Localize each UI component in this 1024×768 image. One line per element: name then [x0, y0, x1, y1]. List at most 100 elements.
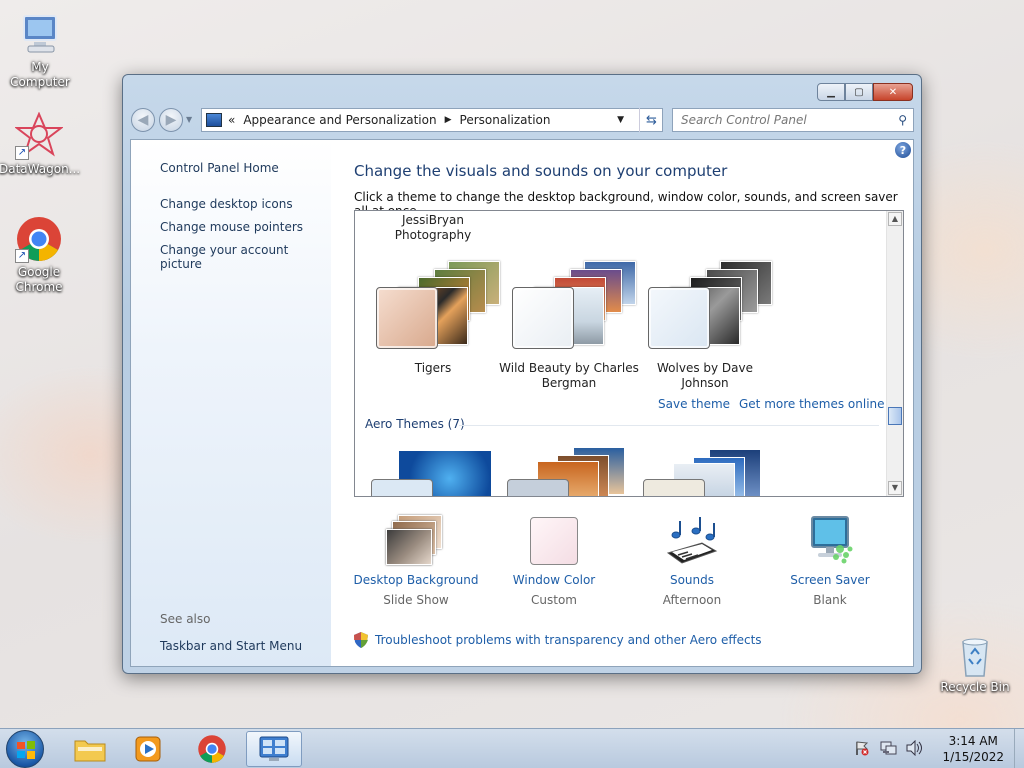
taskbar-chrome[interactable]	[184, 731, 240, 767]
control-panel-icon	[259, 736, 289, 761]
theme-partial-jessibryan[interactable]: JessiBryan Photography	[363, 213, 503, 243]
sounds-tile[interactable]: Sounds Afternoon	[622, 515, 762, 608]
windows-logo-icon	[17, 741, 35, 759]
close-button[interactable]: ✕	[873, 83, 913, 101]
taskbar-control-panel[interactable]	[246, 731, 302, 767]
chrome-icon	[198, 735, 226, 763]
theme-name: Wild Beauty by Charles Bergman	[499, 361, 639, 390]
forward-button[interactable]: ▶	[159, 108, 183, 132]
taskbar: 3:14 AM 1/15/2022	[0, 728, 1024, 768]
desktop-icon-label: Recycle Bin	[940, 680, 1010, 694]
theme-wild-beauty[interactable]: Wild Beauty by Charles Bergman	[499, 255, 639, 391]
page-title: Change the visuals and sounds on your co…	[354, 162, 728, 180]
system-tray: 3:14 AM 1/15/2022	[854, 732, 1004, 766]
control-panel-icon	[206, 113, 222, 127]
desktop-icon-label: DataWagon...	[0, 162, 81, 176]
theme-list[interactable]: JessiBryan Photography Tigers Wild Beaut…	[354, 210, 904, 497]
tile-title[interactable]: Desktop Background	[346, 573, 486, 588]
breadcrumb-overflow[interactable]: «	[228, 113, 235, 127]
taskbar-media-player[interactable]	[120, 731, 176, 767]
theme-color-swatch	[376, 287, 438, 349]
desktop-icon-my-computer[interactable]: My Computer	[0, 10, 80, 90]
breadcrumb-arrow-icon[interactable]: ▶	[445, 115, 452, 125]
start-button[interactable]	[6, 730, 44, 768]
tile-subtitle: Afternoon	[662, 593, 722, 607]
desktop-background-tile[interactable]: Desktop Background Slide Show	[346, 515, 486, 608]
sidebar-control-panel-home[interactable]: Control Panel Home	[160, 161, 279, 175]
back-button[interactable]: ◀	[131, 108, 155, 132]
action-center-flag-icon[interactable]	[854, 740, 870, 759]
window-color-tile[interactable]: Window Color Custom	[484, 515, 624, 608]
show-desktop-button[interactable]	[1014, 729, 1024, 768]
address-bar[interactable]: « Appearance and Personalization ▶ Perso…	[201, 108, 663, 132]
recycle-bin-icon	[951, 630, 999, 678]
desktop-icon-label: My Computer	[10, 60, 70, 89]
screen-saver-icon	[800, 515, 860, 567]
aero-themes-group-header: Aero Themes (7)	[365, 417, 465, 431]
main-panel: ? Change the visuals and sounds on your …	[331, 140, 915, 666]
folder-icon	[74, 740, 106, 762]
theme-wolves[interactable]: Wolves by Dave Johnson	[635, 255, 775, 391]
breadcrumb-personalization[interactable]: Personalization	[460, 113, 551, 127]
datawagon-icon: ↗	[14, 111, 64, 160]
search-input[interactable]: Search Control Panel ⚲	[672, 108, 914, 132]
theme-preview	[504, 255, 636, 355]
tile-subtitle: Blank	[813, 593, 847, 607]
theme-preview	[368, 255, 500, 355]
window-color-icon	[524, 515, 584, 567]
scrollbar-thumb[interactable]	[888, 407, 902, 425]
chrome-icon: ↗	[15, 215, 63, 263]
breadcrumb-appearance[interactable]: Appearance and Personalization	[243, 113, 436, 127]
desktop-icon-label: Google Chrome	[15, 265, 63, 294]
search-icon[interactable]: ⚲	[898, 113, 907, 127]
recent-pages-icon[interactable]: ▼	[186, 115, 192, 124]
tile-subtitle: Slide Show	[383, 593, 449, 607]
window-controls: ▁ ▢ ✕	[817, 83, 913, 101]
personalization-window: ▁ ▢ ✕ ◀ ▶ ▼ « Appearance and Personaliza…	[122, 74, 922, 674]
taskbar-file-explorer[interactable]	[62, 731, 118, 767]
clock-time: 3:14 AM	[948, 734, 998, 748]
desktop-icon-recycle-bin[interactable]: Recycle Bin	[935, 630, 1015, 695]
sidebar: Control Panel Home Change desktop icons …	[131, 140, 331, 666]
sidebar-change-desktop-icons[interactable]: Change desktop icons	[160, 197, 293, 211]
desktop-background-icon	[386, 515, 446, 567]
scroll-up-icon[interactable]: ▲	[888, 212, 902, 226]
refresh-button[interactable]: ⇆	[639, 108, 663, 132]
theme-name: Tigers	[414, 361, 452, 375]
volume-icon[interactable]	[906, 739, 924, 759]
computer-icon	[16, 10, 64, 58]
maximize-button[interactable]: ▢	[845, 83, 873, 101]
tile-title[interactable]: Window Color	[484, 573, 624, 588]
sidebar-change-mouse-pointers[interactable]: Change mouse pointers	[160, 220, 303, 234]
navigation-bar: ◀ ▶ ▼ « Appearance and Personalization ▶…	[131, 107, 915, 133]
tile-title[interactable]: Sounds	[622, 573, 762, 588]
minimize-button[interactable]: ▁	[817, 83, 845, 101]
theme-tigers[interactable]: Tigers	[363, 255, 503, 376]
see-also-heading: See also	[160, 612, 211, 626]
sounds-icon	[662, 515, 722, 567]
theme-name: Wolves by Dave Johnson	[657, 361, 753, 390]
screen-saver-tile[interactable]: Screen Saver Blank	[760, 515, 900, 608]
address-dropdown-icon[interactable]: ▼	[617, 115, 624, 125]
troubleshoot-text[interactable]: Troubleshoot problems with transparency …	[375, 633, 762, 647]
clock[interactable]: 3:14 AM 1/15/2022	[942, 733, 1004, 765]
troubleshoot-link[interactable]: Troubleshoot problems with transparency …	[354, 632, 762, 648]
desktop-icon-google-chrome[interactable]: ↗ Google Chrome	[0, 215, 79, 295]
desktop-icon-datawagon[interactable]: ↗ DataWagon...	[0, 111, 81, 177]
tile-subtitle: Custom	[531, 593, 577, 607]
shield-icon	[354, 632, 368, 648]
theme-color-swatch	[512, 287, 574, 349]
theme-list-scrollbar[interactable]: ▲ ▼	[886, 211, 903, 496]
sidebar-taskbar-start-menu[interactable]: Taskbar and Start Menu	[160, 639, 302, 653]
tile-title[interactable]: Screen Saver	[760, 573, 900, 588]
save-theme-link[interactable]: Save theme	[658, 397, 730, 411]
get-more-themes-link[interactable]: Get more themes online	[739, 397, 885, 411]
sidebar-change-account-picture[interactable]: Change your account picture	[160, 243, 331, 271]
search-placeholder: Search Control Panel	[681, 113, 807, 127]
scroll-down-icon[interactable]: ▼	[888, 481, 902, 495]
theme-preview	[640, 255, 772, 355]
shortcut-arrow-icon: ↗	[15, 249, 29, 263]
network-icon[interactable]	[880, 740, 898, 759]
theme-color-swatch	[648, 287, 710, 349]
help-icon[interactable]: ?	[895, 142, 911, 158]
